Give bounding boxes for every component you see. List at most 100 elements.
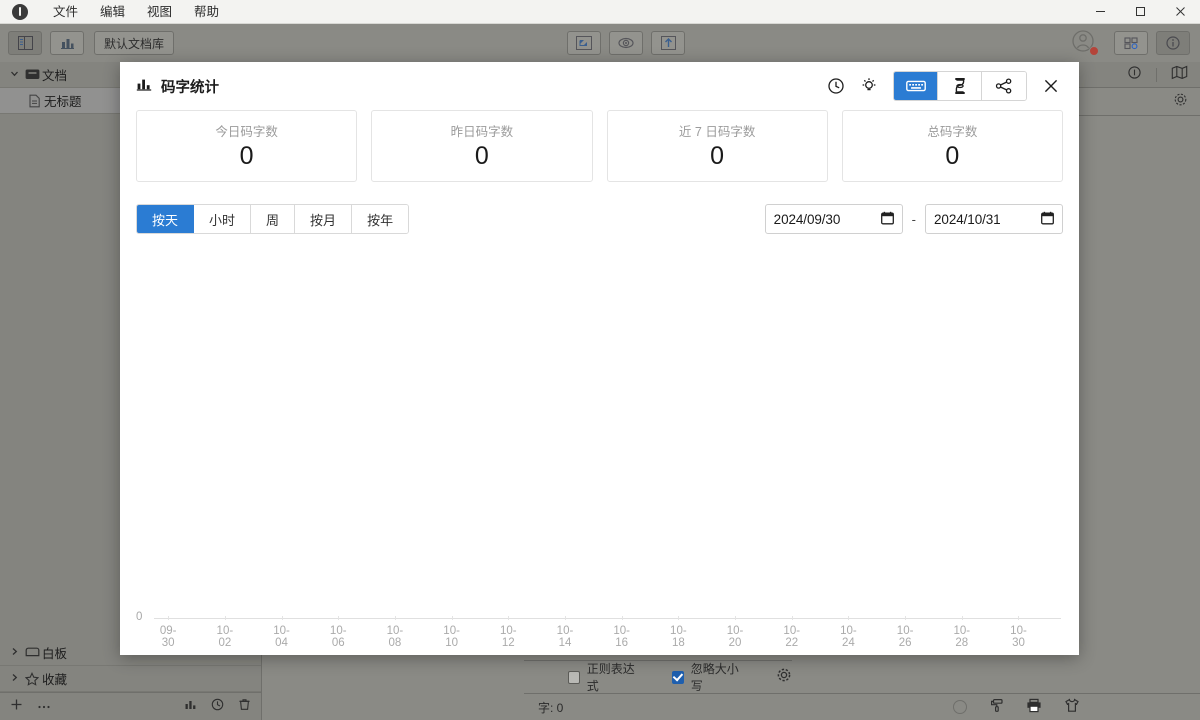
calendar-icon[interactable] — [880, 211, 894, 228]
status-bar: 字: 0 — [524, 693, 1200, 720]
shirt-icon[interactable] — [1064, 698, 1080, 716]
word-stats-toolbar-button[interactable] — [50, 31, 84, 55]
word-count-status: 字: 0 — [538, 700, 564, 715]
tab-by-hour[interactable]: 小时 — [194, 205, 252, 233]
ignorecase-label: 忽略大小写 — [690, 662, 739, 693]
share-view-button[interactable] — [982, 72, 1026, 100]
account-avatar-icon[interactable] — [1070, 28, 1100, 58]
divider — [1156, 67, 1157, 82]
fullscreen-button[interactable] — [567, 31, 601, 55]
date-range-separator: - — [911, 211, 916, 227]
x-axis-line — [154, 618, 1061, 619]
map-icon[interactable] — [1171, 65, 1188, 85]
stat-card-total: 总码字数 0 — [841, 110, 1063, 182]
regex-checkbox-row[interactable]: 正则表达式 — [568, 660, 640, 694]
sidebar-item-favorites[interactable]: 收藏 — [0, 666, 261, 692]
date-to-value: 2024/10/31 — [934, 211, 1001, 227]
info-circle-icon[interactable] — [1127, 65, 1142, 85]
dialog-title: 码字统计 — [161, 79, 219, 96]
dialog-header: 码字统计 — [120, 62, 1079, 110]
stat-card-label: 今日码字数 — [215, 125, 278, 140]
stat-card-label: 近 7 日码字数 — [678, 125, 756, 140]
x-axis-tick: 10-06 — [324, 616, 352, 649]
stat-card-value: 0 — [474, 142, 489, 171]
upload-button[interactable] — [651, 31, 685, 55]
file-icon — [24, 94, 44, 108]
date-range-picker: 2024/09/30 - 2024/10/31 — [764, 204, 1063, 234]
app-logo-icon — [12, 3, 28, 20]
x-axis-tick: 10-20 — [721, 616, 749, 649]
trash-icon[interactable] — [238, 698, 251, 716]
find-settings-gear-icon[interactable] — [776, 667, 792, 688]
chevron-right-icon[interactable] — [6, 673, 22, 685]
view-mode-segmented-control — [893, 71, 1027, 101]
tab-by-month[interactable]: 按月 — [295, 205, 353, 233]
ignorecase-checkbox[interactable] — [672, 670, 684, 684]
sidebar-item-label: 白板 — [42, 647, 68, 661]
workspace-label[interactable]: 默认文档库 — [94, 31, 175, 55]
sidebar-toggle-button[interactable] — [8, 31, 42, 55]
minimize-button[interactable] — [1080, 0, 1120, 24]
stat-card-label: 昨日码字数 — [450, 125, 514, 140]
tab-by-year[interactable]: 按年 — [352, 205, 409, 233]
menu-view[interactable]: 视图 — [136, 0, 183, 24]
tab-by-day[interactable]: 按天 — [137, 205, 195, 233]
menu-file[interactable]: 文件 — [42, 0, 89, 24]
close-button[interactable] — [1160, 0, 1200, 24]
application-window: 文件 编辑 视图 帮助 默认文档库 文档 无标题 白板 收藏 正则表达式 忽略大… — [0, 0, 1200, 720]
menu-edit[interactable]: 编辑 — [89, 0, 136, 24]
chart-plot-area — [154, 252, 1061, 619]
regex-label: 正则表达式 — [586, 662, 635, 693]
main-toolbar: 默认文档库 — [0, 24, 1200, 62]
circle-icon[interactable] — [953, 700, 967, 714]
clock-icon[interactable] — [821, 71, 851, 101]
clock-icon[interactable] — [211, 698, 224, 716]
add-icon[interactable] — [10, 698, 23, 716]
x-axis-tick: 10-10 — [437, 616, 465, 649]
tab-by-week[interactable]: 周 — [251, 205, 296, 233]
board-icon — [22, 646, 42, 659]
calendar-icon[interactable] — [1041, 211, 1054, 228]
stat-card-value: 0 — [945, 142, 960, 171]
sidebar-item-label: 文档 — [42, 69, 68, 83]
keyboard-view-button[interactable] — [894, 72, 938, 100]
toolbar-center-group — [559, 31, 685, 55]
sidebar-item-label: 收藏 — [42, 673, 68, 687]
regex-checkbox[interactable] — [568, 670, 580, 684]
paint-roller-icon[interactable] — [989, 698, 1004, 716]
stat-card-today: 今日码字数 0 — [136, 110, 358, 182]
toolbar-right-group — [1070, 28, 1200, 58]
chart-controls: 按天 小时 周 按月 按年 2024/09/30 - 2024/10/31 — [136, 204, 1063, 234]
eye-preview-button[interactable] — [609, 31, 643, 55]
info-button[interactable] — [1155, 31, 1190, 55]
more-icon[interactable] — [37, 698, 51, 716]
x-axis-tick: 10-26 — [891, 616, 919, 649]
x-axis-tick: 10-16 — [608, 616, 636, 649]
word-stats-dialog: 码字统计 今日码字数 0 昨日码字数 0 近 7 日码字数 0 总码字数 0 按… — [120, 62, 1079, 655]
stat-card-yesterday: 昨日码字数 0 — [371, 110, 593, 182]
stacked-layers-view-button[interactable] — [938, 72, 982, 100]
chevron-right-icon[interactable] — [6, 647, 22, 659]
bar-chart-icon[interactable] — [184, 698, 197, 716]
find-options-bar: 正则表达式 忽略大小写 — [524, 660, 792, 693]
grid-apps-button[interactable] — [1113, 31, 1148, 55]
gear-icon[interactable] — [1173, 92, 1188, 112]
menu-help[interactable]: 帮助 — [183, 0, 230, 24]
maximize-button[interactable] — [1120, 0, 1160, 24]
date-to-input[interactable]: 2024/10/31 — [925, 204, 1063, 234]
lightbulb-icon[interactable] — [854, 71, 884, 101]
dialog-title-group: 码字统计 — [136, 76, 219, 97]
printer-icon[interactable] — [1026, 698, 1042, 716]
date-from-value: 2024/09/30 — [773, 211, 841, 227]
dialog-close-button[interactable] — [1037, 72, 1065, 100]
status-bar-icons — [953, 698, 1200, 716]
notification-badge — [1088, 46, 1099, 56]
y-axis-tick-zero: 0 — [136, 610, 143, 623]
x-axis-tick: 10-28 — [948, 616, 976, 649]
date-from-input[interactable]: 2024/09/30 — [764, 204, 903, 234]
x-axis-tick: 10-02 — [211, 616, 239, 649]
star-icon — [22, 671, 42, 686]
ignorecase-checkbox-row[interactable]: 忽略大小写 — [672, 660, 744, 694]
x-axis-tick: 09-30 — [154, 616, 182, 649]
chevron-down-icon[interactable] — [6, 69, 22, 81]
